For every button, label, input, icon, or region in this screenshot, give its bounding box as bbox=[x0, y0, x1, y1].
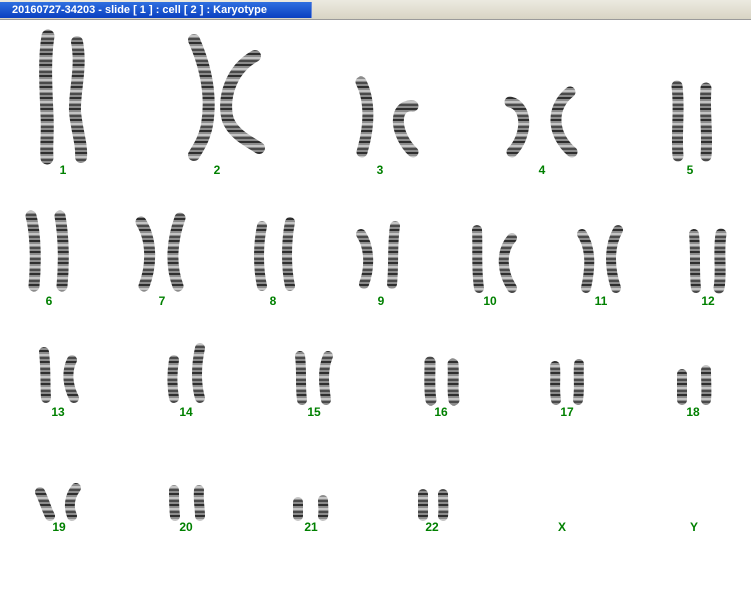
chromosome-label-x: X bbox=[558, 520, 566, 534]
chromosome-pair-22[interactable] bbox=[418, 489, 449, 521]
chromosome-pair-12[interactable] bbox=[689, 228, 727, 294]
chromosome-pair-9[interactable] bbox=[356, 221, 400, 289]
chromosome-pair-13[interactable] bbox=[39, 347, 79, 403]
chromosome-label-3: 3 bbox=[377, 163, 384, 177]
chromosome-label-17: 17 bbox=[560, 405, 574, 419]
chromosome-pair-11[interactable] bbox=[577, 225, 623, 293]
chromosome-pair-4[interactable] bbox=[504, 86, 578, 158]
chromosome-label-2: 2 bbox=[214, 163, 221, 177]
chromosome-label-y: Y bbox=[690, 520, 698, 534]
chromosome-pair-18[interactable] bbox=[676, 365, 712, 405]
chromosome-labels: 1 2 3 4 5 6 7 8 9 10 11 12 13 14 15 16 1… bbox=[46, 163, 715, 534]
karyotype-window: 20160727-34203 - slide [ 1 ] : cell [ 2 … bbox=[0, 0, 751, 595]
chromosome-label-6: 6 bbox=[46, 294, 53, 308]
chromosome-label-15: 15 bbox=[307, 405, 321, 419]
chromosome-label-21: 21 bbox=[304, 520, 318, 534]
chromosome-label-1: 1 bbox=[60, 163, 67, 177]
chromosome-pair-17[interactable] bbox=[550, 359, 584, 405]
chromosome-label-11: 11 bbox=[595, 294, 608, 308]
chromosome-label-5: 5 bbox=[687, 163, 694, 177]
chromosome-label-18: 18 bbox=[686, 405, 700, 419]
chromosome-label-16: 16 bbox=[434, 405, 448, 419]
chromosome-label-13: 13 bbox=[51, 405, 65, 419]
chromosome-pair-16[interactable] bbox=[424, 356, 460, 406]
chromosome-label-22: 22 bbox=[425, 520, 439, 534]
karyotype-canvas: 1 2 3 4 5 6 7 8 9 10 11 12 13 14 15 16 1… bbox=[25, 29, 727, 534]
chromosome-label-10: 10 bbox=[483, 294, 497, 308]
window-title-tab[interactable]: 20160727-34203 - slide [ 1 ] : cell [ 2 … bbox=[0, 2, 312, 18]
chromosome-pair-14[interactable] bbox=[167, 343, 205, 403]
chromosome-label-19: 19 bbox=[52, 520, 66, 534]
chromosome-pair-20[interactable] bbox=[169, 485, 205, 521]
chromosome-pair-5[interactable] bbox=[671, 80, 713, 162]
chromosome-pair-7[interactable] bbox=[135, 212, 186, 292]
chromosome-label-12: 12 bbox=[701, 294, 715, 308]
chromosome-pair-6[interactable] bbox=[25, 210, 69, 292]
chromosome-label-7: 7 bbox=[159, 294, 166, 308]
chromosome-pair-19[interactable] bbox=[35, 483, 81, 521]
title-bar: 20160727-34203 - slide [ 1 ] : cell [ 2 … bbox=[0, 0, 751, 20]
chromosome-pair-21[interactable] bbox=[292, 495, 329, 521]
chromosome-pair-1[interactable] bbox=[39, 29, 88, 165]
chromosome-label-14: 14 bbox=[179, 405, 193, 419]
chromosome-pair-8[interactable] bbox=[254, 217, 295, 291]
chromosome-label-9: 9 bbox=[378, 294, 385, 308]
chromosome-label-8: 8 bbox=[270, 294, 277, 308]
chromosome-pair-10[interactable] bbox=[472, 225, 517, 293]
chromosome-label-4: 4 bbox=[539, 163, 546, 177]
chromosome-pair-2[interactable] bbox=[188, 34, 265, 161]
chromosome-label-20: 20 bbox=[179, 520, 193, 534]
chromosome-pair-15[interactable] bbox=[295, 351, 333, 405]
chromosome-pair-3[interactable] bbox=[355, 76, 419, 158]
